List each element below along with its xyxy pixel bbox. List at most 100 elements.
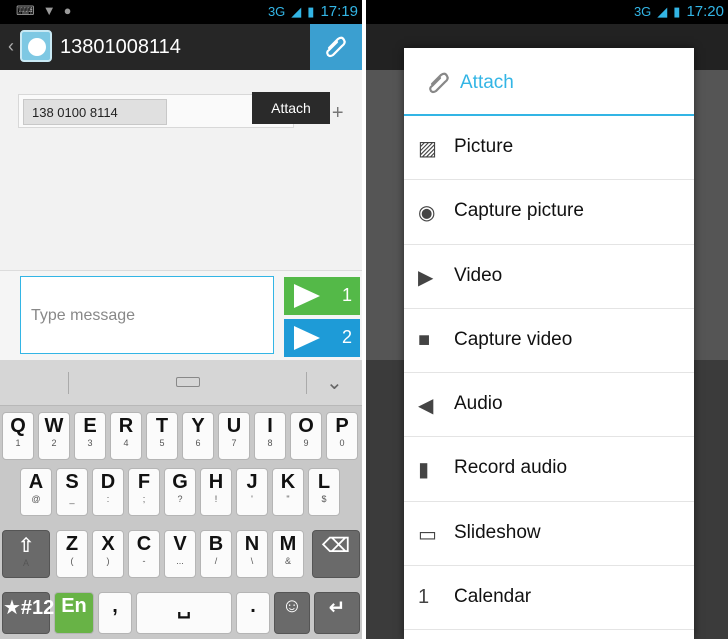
key-f[interactable]: F;	[128, 468, 160, 516]
menu-item-label: Video	[454, 264, 503, 286]
key-sublabel: A	[22, 558, 29, 568]
key-i[interactable]: I8	[254, 412, 286, 460]
key-j[interactable]: J '	[236, 468, 268, 516]
key-k[interactable]: K "	[272, 468, 304, 516]
key-z[interactable]: Z(	[56, 530, 88, 578]
key-label: ★#12	[3, 597, 55, 619]
key-s[interactable]: S _	[56, 468, 88, 516]
enter-key[interactable]: ↵	[314, 592, 360, 634]
key-label: B	[208, 533, 224, 555]
key-label: T	[155, 415, 169, 437]
key-n[interactable]: N \	[236, 530, 268, 578]
key-sublabel: 2	[51, 438, 57, 448]
backspace-key[interactable]: ⌫	[312, 530, 360, 578]
menu-item-slideshow[interactable]: ▭ Slideshow	[404, 502, 694, 567]
keyboard-icon[interactable]	[176, 377, 200, 387]
key-t[interactable]: T5	[146, 412, 178, 460]
menu-item-capture-video[interactable]: ■ Capture video	[404, 309, 694, 374]
menu-item-audio[interactable]: ◀ Audio	[404, 373, 694, 438]
key-label: L	[317, 471, 331, 493]
speaker-icon: ◀	[418, 395, 434, 418]
menu-item-calendar[interactable]: 1 Calendar	[404, 566, 694, 631]
key-c[interactable]: C-	[128, 530, 160, 578]
camera-icon: ◉	[418, 202, 436, 225]
key-g[interactable]: G?	[164, 468, 196, 516]
key-sublabel: 1	[15, 438, 21, 448]
emoji-key[interactable]: ☺	[274, 592, 310, 634]
comma-key[interactable]: ,	[98, 592, 132, 634]
key-label: I	[267, 415, 273, 437]
conversation-title: 13801008114	[60, 36, 181, 58]
attach-button[interactable]	[310, 24, 362, 70]
back-icon[interactable]: ‹	[8, 36, 14, 57]
shift-key[interactable]: ⇧ A	[2, 530, 50, 578]
signal-icon: ◢	[657, 3, 668, 19]
contact-avatar[interactable]	[20, 30, 52, 62]
key-r[interactable]: R4	[110, 412, 142, 460]
key-label: Q	[10, 415, 26, 437]
chevron-down-icon[interactable]: ⌄	[326, 370, 343, 395]
key-label: J	[246, 471, 258, 493]
key-sublabel: ;	[142, 494, 146, 504]
key-p[interactable]: P0	[326, 412, 358, 460]
menu-item-picture[interactable]: ▨ Picture	[404, 116, 694, 181]
key-sublabel: 0	[339, 438, 345, 448]
key-sublabel: :	[106, 494, 110, 504]
divider	[306, 372, 307, 394]
key-y[interactable]: Y6	[182, 412, 214, 460]
key-h[interactable]: H!	[200, 468, 232, 516]
menu-item-label: Picture	[454, 136, 514, 157]
menu-item-video[interactable]: ▶ Video	[404, 245, 694, 309]
calendar-icon: 1	[418, 586, 430, 609]
key-label: F	[137, 471, 151, 493]
key-sublabel: 8	[267, 438, 273, 448]
status-bar: 3G ◢ ▮ 17:20	[366, 0, 728, 24]
network-type: 3G	[267, 4, 286, 19]
message-input[interactable]: Type message	[20, 276, 274, 354]
send-icon	[294, 326, 320, 350]
key-w[interactable]: W2	[38, 412, 70, 460]
key-m[interactable]: M &	[272, 530, 304, 578]
language-key[interactable]: En	[54, 592, 94, 634]
recipient-chip[interactable]: 138 0100 8114	[23, 99, 167, 125]
key-sublabel: /	[214, 556, 218, 566]
period-key[interactable]: .	[236, 592, 270, 634]
key-q[interactable]: Q1	[2, 412, 34, 460]
send-sim1-button[interactable]: 1	[284, 277, 360, 315]
key-u[interactable]: U7	[218, 412, 250, 460]
attach-tooltip: Attach	[252, 92, 330, 124]
video-camera-icon: ■	[418, 328, 431, 351]
key-sublabel: 5	[159, 438, 165, 448]
menu-item-capture-picture[interactable]: ◉ Capture picture	[404, 180, 694, 245]
key-sublabel: @	[31, 494, 41, 504]
slideshow-icon: ▭	[418, 523, 437, 546]
key-d[interactable]: D:	[92, 468, 124, 516]
attach-menu: Attach ▨ Picture ◉ Capture picture ▶ Video ■ Ca…	[404, 48, 694, 639]
video-icon: ▶	[418, 266, 434, 289]
key-sublabel: &	[284, 556, 291, 566]
key-v[interactable]: V...	[164, 530, 196, 578]
divider	[68, 372, 69, 394]
menu-item-record-audio[interactable]: ▮ Record audio	[404, 437, 694, 502]
key-o[interactable]: O9	[290, 412, 322, 460]
key-x[interactable]: X)	[92, 530, 124, 578]
attach-menu-screen: 3G ◢ ▮ 17:20 Attach ▨ Picture ◉ Capture pic…	[366, 0, 728, 639]
key-label: P	[335, 415, 349, 437]
key-label: K	[280, 471, 296, 493]
key-e[interactable]: E3	[74, 412, 106, 460]
signal-icon: ◢	[291, 3, 302, 19]
key-label: V	[173, 533, 187, 555]
send-sim2-button[interactable]: 2	[284, 319, 360, 357]
menu-title: Attach	[460, 72, 514, 93]
send-icon	[294, 284, 320, 308]
symbols-key[interactable]: ★#12	[2, 592, 55, 634]
key-a[interactable]: A @	[20, 468, 52, 516]
key-label: X	[101, 533, 115, 555]
android-icon: ●	[63, 3, 72, 18]
key-sublabel: \	[250, 556, 254, 566]
key-b[interactable]: B /	[200, 530, 232, 578]
key-sublabel: -	[142, 556, 146, 566]
key-l[interactable]: L $	[308, 468, 340, 516]
space-key[interactable]: ␣	[136, 592, 232, 634]
key-label: C	[136, 533, 152, 555]
